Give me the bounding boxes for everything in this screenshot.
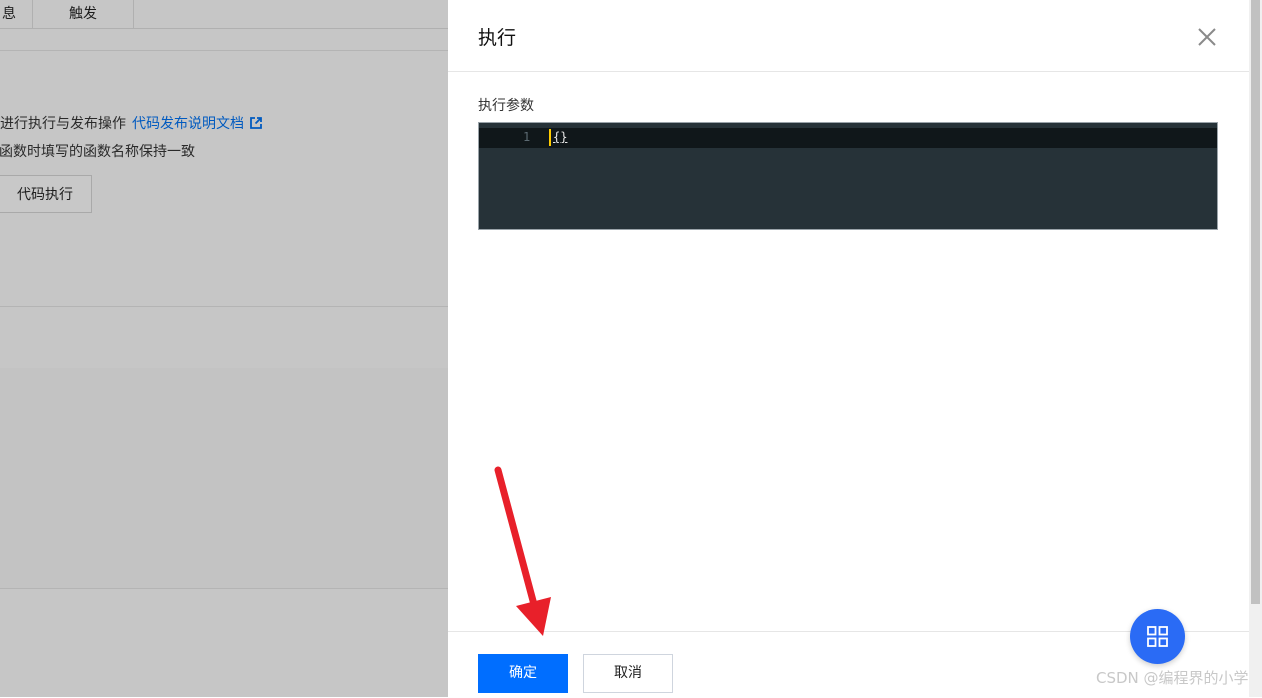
lower-panel <box>0 368 448 588</box>
divider <box>0 50 448 51</box>
close-icon[interactable] <box>1196 26 1218 48</box>
divider <box>0 306 448 307</box>
code-editor[interactable]: 1 {} <box>478 122 1218 230</box>
run-code-button[interactable]: 代码执行 <box>0 175 92 213</box>
tab-info[interactable]: 息 <box>0 0 33 28</box>
doc-link[interactable]: 代码发布说明文档 <box>132 116 244 132</box>
text-cursor <box>549 129 551 146</box>
tab-bar: 息 触发 <box>0 0 448 29</box>
floating-action-button[interactable] <box>1130 609 1185 664</box>
code-text[interactable]: {} <box>553 129 567 146</box>
ok-button[interactable]: 确定 <box>478 654 568 693</box>
drawer-header: 执行 <box>448 0 1249 72</box>
divider <box>0 588 448 589</box>
description-line-2: 函数时填写的函数名称保持一致 <box>0 144 195 160</box>
execute-drawer: 执行 执行参数 1 {} 确定 取消 <box>448 0 1249 698</box>
description-line-1: 再进行执行与发布操作 代码发布说明文档 <box>0 113 262 133</box>
tab-trigger[interactable]: 触发 <box>33 0 134 28</box>
scrollbar[interactable] <box>1249 0 1262 697</box>
background-page: 息 触发 再进行执行与发布操作 代码发布说明文档 函数时填写的函数名称保持一致 代… <box>0 0 448 697</box>
external-link-icon[interactable] <box>250 117 262 129</box>
watermark: CSDN @编程界的小学生 <box>1096 669 1262 687</box>
cancel-button[interactable]: 取消 <box>583 654 673 693</box>
line-number: 1 <box>523 130 531 144</box>
drawer-title: 执行 <box>478 27 517 49</box>
active-line <box>479 128 1217 148</box>
grid-icon <box>1147 626 1168 647</box>
param-label: 执行参数 <box>478 98 534 114</box>
scrollbar-thumb[interactable] <box>1251 0 1260 604</box>
description-text: 再进行执行与发布操作 <box>0 116 126 132</box>
